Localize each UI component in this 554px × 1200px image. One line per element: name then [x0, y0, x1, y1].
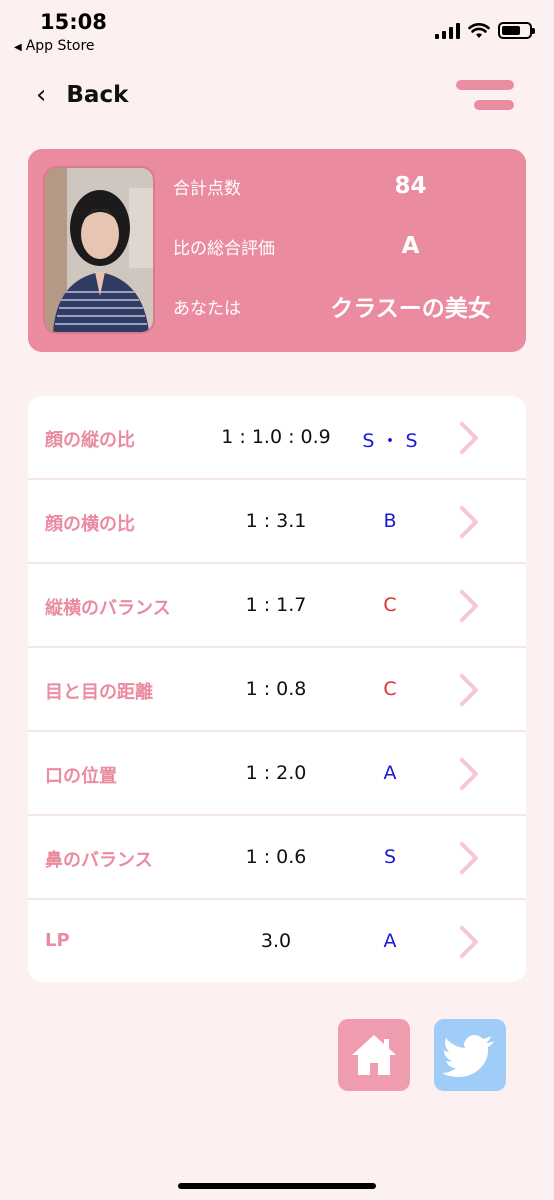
metric-name: 鼻のバランス	[45, 850, 153, 871]
metric-name: LP	[45, 930, 70, 951]
status-icons	[435, 22, 535, 39]
results-list: 顔の縦の比 1 : 1.0 : 0.9 S ・ S 顔の横の比 1 : 3.1 …	[28, 396, 526, 982]
back-label: Back	[66, 82, 129, 108]
chevron-right-icon	[460, 758, 478, 790]
list-item[interactable]: 目と目の距離 1 : 0.8 C	[28, 648, 526, 732]
metric-grade: S ・ S	[362, 430, 418, 452]
back-triangle-icon: ◀	[14, 42, 22, 53]
list-item[interactable]: 顔の横の比 1 : 3.1 B	[28, 480, 526, 564]
metric-name: 縦横のバランス	[45, 598, 171, 619]
overall-rating-row: 比の総合評価 A	[173, 226, 518, 266]
status-time: 15:08	[40, 10, 107, 34]
metric-grade: C	[383, 594, 397, 616]
chevron-right-icon	[460, 422, 478, 454]
list-item[interactable]: 縦横のバランス 1 : 1.7 C	[28, 564, 526, 648]
total-score-value: 84	[394, 173, 427, 199]
status-back-label: App Store	[25, 38, 95, 54]
metric-grade: C	[383, 678, 397, 700]
score-summary-card: 合計点数 84 比の総合評価 A あなたは クラスーの美女	[28, 149, 526, 352]
screen: 15:08 ◀ App Store ‹ Back 合計点数 84 比の総合評価 …	[0, 0, 554, 1200]
class-result-value: クラスーの美女	[330, 296, 491, 322]
status-back-to-app[interactable]: ◀ App Store	[14, 38, 95, 54]
list-item[interactable]: 口の位置 1 : 2.0 A	[28, 732, 526, 816]
metric-grade: A	[383, 762, 397, 784]
chevron-right-icon	[460, 590, 478, 622]
back-button[interactable]: ‹ Back	[36, 80, 128, 110]
home-icon	[352, 1035, 396, 1075]
class-result-label: あなたは	[173, 298, 241, 319]
chevron-right-icon	[460, 926, 478, 958]
chevron-right-icon	[460, 674, 478, 706]
list-item[interactable]: 鼻のバランス 1 : 0.6 S	[28, 816, 526, 900]
chevron-right-icon	[460, 842, 478, 874]
metric-name: 顔の横の比	[45, 514, 135, 535]
metric-grade: S	[383, 846, 397, 868]
hamburger-icon[interactable]	[456, 80, 516, 112]
metric-name: 顔の縦の比	[45, 430, 135, 451]
chevron-right-icon	[460, 506, 478, 538]
metric-ratio: 1 : 2.0	[245, 762, 307, 784]
overall-rating-value: A	[401, 233, 420, 259]
total-score-row: 合計点数 84	[173, 166, 518, 206]
class-result-row: あなたは クラスーの美女	[173, 286, 518, 326]
list-item[interactable]: 顔の縦の比 1 : 1.0 : 0.9 S ・ S	[28, 396, 526, 480]
metric-ratio: 1 : 0.6	[245, 846, 307, 868]
metric-ratio: 1 : 0.8	[245, 678, 307, 700]
home-indicator[interactable]	[178, 1183, 376, 1189]
metric-grade: B	[383, 510, 397, 532]
home-button[interactable]	[338, 1019, 410, 1091]
wifi-icon	[468, 23, 490, 38]
metric-name: 口の位置	[45, 766, 117, 787]
metric-grade: A	[383, 930, 397, 952]
battery-icon	[498, 22, 535, 39]
total-score-label: 合計点数	[173, 178, 241, 199]
metric-ratio: 1 : 1.7	[245, 594, 307, 616]
overall-rating-label: 比の総合評価	[173, 238, 275, 259]
twitter-bird-icon	[442, 1035, 494, 1077]
twitter-share-button[interactable]	[434, 1019, 506, 1091]
chevron-left-icon: ‹	[36, 80, 47, 110]
metric-ratio: 3.0	[260, 930, 292, 952]
cellular-signal-icon	[435, 22, 460, 39]
user-photo	[43, 166, 155, 334]
metric-ratio: 1 : 1.0 : 0.9	[221, 426, 331, 448]
list-item[interactable]: LP 3.0 A	[28, 900, 526, 982]
metric-ratio: 1 : 3.1	[245, 510, 307, 532]
metric-name: 目と目の距離	[45, 682, 153, 703]
